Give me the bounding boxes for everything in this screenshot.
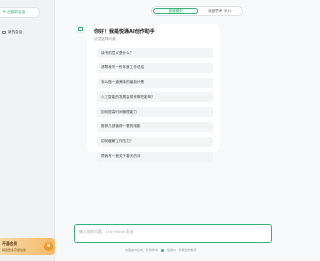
suggestion-item[interactable]: 推荐几部值得一看的电影 [97, 121, 213, 132]
bot-avatar [76, 25, 84, 33]
tab-fast-model[interactable]: 极速模型 [153, 8, 198, 14]
status-dot-icon [160, 248, 164, 252]
new-chat-label: 创建新会话 [7, 10, 26, 14]
suggestion-item[interactable]: 人工智能的发展会带来哪些影响？ [97, 92, 213, 103]
model-switch: 极速模型 深度思考 (R1) [151, 6, 243, 16]
footer-disclaimer: 内容由AI生成，仅供参考 [125, 248, 158, 252]
suggestion-item[interactable]: 怎么做一道美味的番茄炒蛋 [97, 77, 213, 88]
robot-icon [77, 27, 83, 31]
vip-title: 开通会员 [2, 241, 18, 246]
suggestion-item[interactable]: 如何缓解工作压力？ [97, 136, 213, 147]
suggestion-item[interactable]: 请帮我写一份年度工作总结 [97, 62, 213, 73]
suggestion-list: 读书的意义是什么？ 请帮我写一份年度工作总结 怎么做一道美味的番茄炒蛋 人工智能… [97, 48, 213, 166]
chat-bubble-icon [2, 30, 6, 35]
suggestion-item[interactable]: 如何提高时间管理能力 [97, 107, 213, 118]
footer-brand: 悦通AI · 智能创作助手 [166, 248, 197, 252]
crown-icon[interactable]: ♛ [44, 242, 53, 251]
footer: 内容由AI生成，仅供参考 悦通AI · 智能创作助手 [125, 248, 245, 252]
vip-subtitle: 解锁更多高级功能 [2, 248, 27, 252]
plus-icon: + [2, 9, 7, 15]
history-item-label: 新的会话 [8, 30, 23, 34]
greeting-title: 你好！我是悦通AI创作助手 [94, 29, 155, 35]
tab-deep-thinking[interactable]: 深度思考 (R1) [198, 8, 241, 14]
new-chat-button[interactable]: + 创建新会话 [0, 7, 40, 18]
suggestion-item[interactable]: 读书的意义是什么？ [97, 48, 213, 58]
vip-card[interactable]: 开通会员 解锁更多高级功能 ♛ [0, 238, 55, 255]
suggestion-item[interactable]: 帮我写一首关于春天的诗 [97, 151, 213, 162]
message-input[interactable]: 输入你的问题，Ctrl+Enter发送 [74, 224, 272, 243]
greeting-subtitle: 试试这样问我 [94, 37, 116, 41]
sidebar: + 创建新会话 新的会话 开通会员 解锁更多高级功能 ♛ [0, 0, 55, 261]
sidebar-history-item[interactable]: 新的会话 [0, 27, 55, 38]
